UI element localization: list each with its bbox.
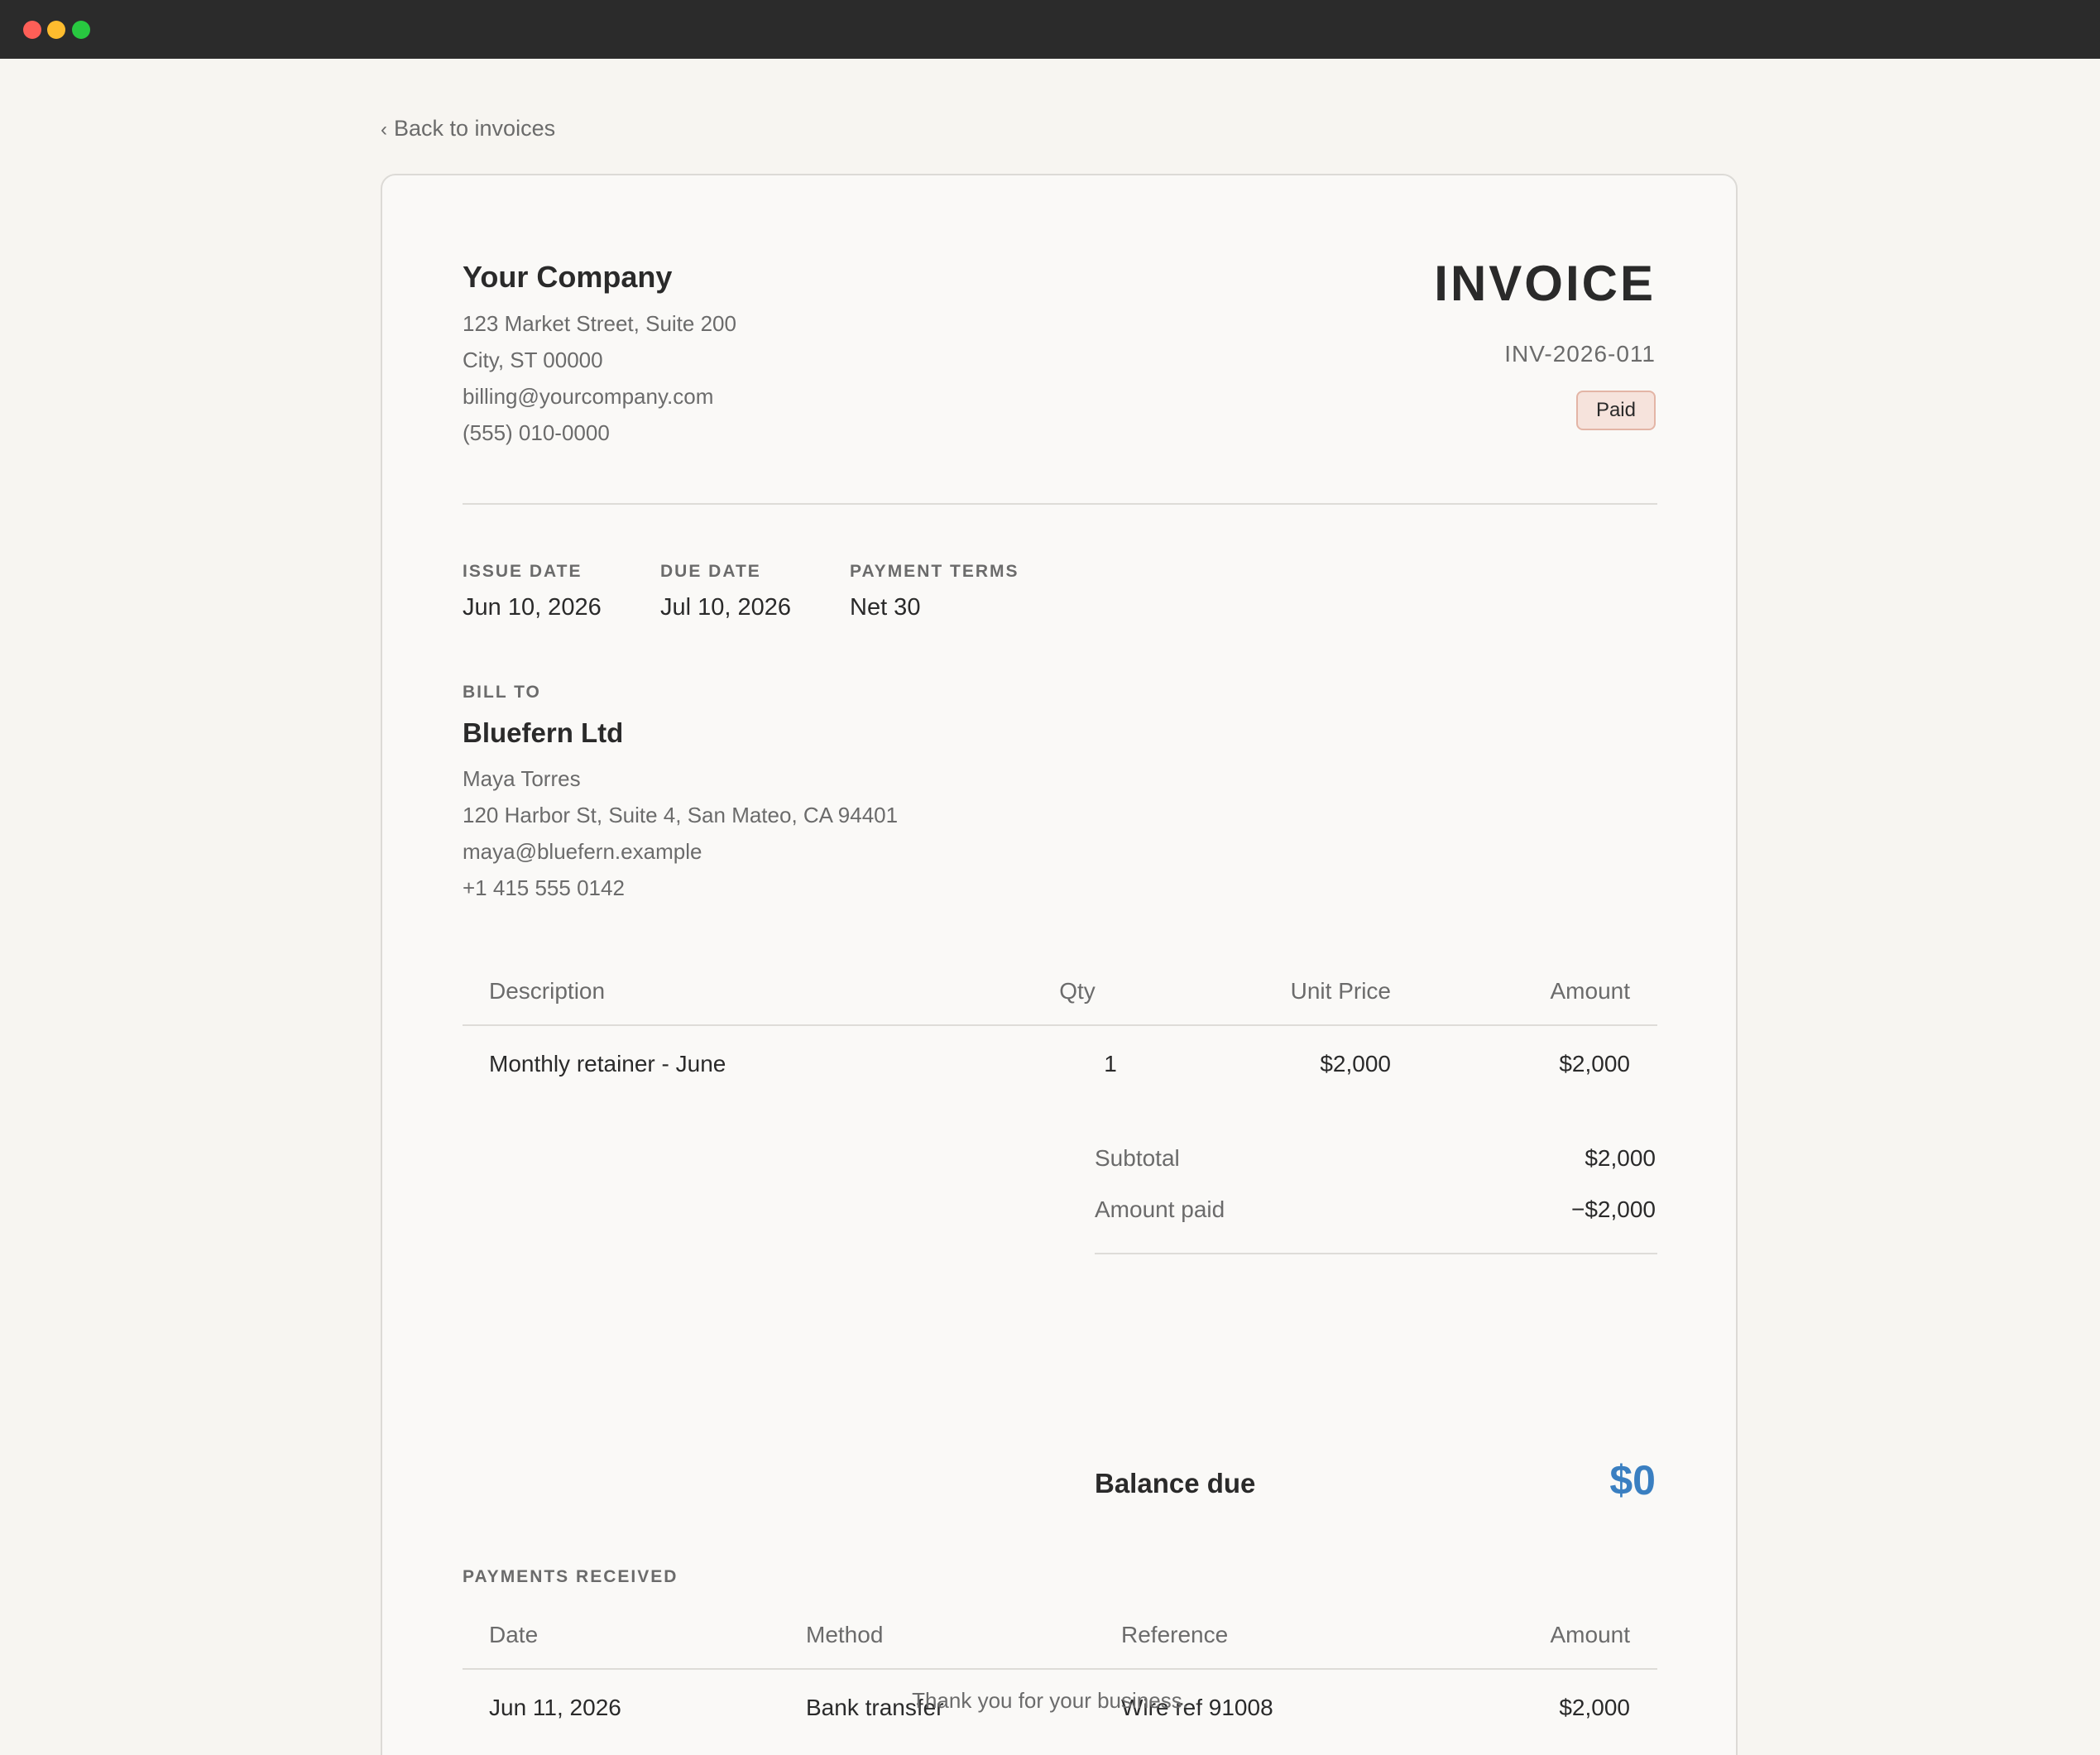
client-address: 120 Harbor St, Suite 4, San Mateo, CA 94… [463, 803, 899, 827]
company-address-line-2: City, ST 00000 [463, 348, 603, 372]
subtotal-value: $2,000 [1585, 1145, 1656, 1171]
payments-header-method: Method [806, 1622, 884, 1647]
payment-terms-value: Net 30 [850, 594, 921, 621]
header-divider [463, 503, 1657, 505]
client-email: maya@bluefern.example [463, 839, 702, 864]
row-qty: 1 [1104, 1051, 1117, 1076]
company-email: billing@yourcompany.com [463, 384, 714, 409]
invoice-number: INV-2026-011 [1504, 341, 1656, 367]
table-header-divider [463, 1024, 1657, 1026]
issue-date-label: ISSUE DATE [463, 562, 583, 581]
window-titlebar [0, 0, 2100, 59]
column-header-amount: Amount [1550, 978, 1631, 1004]
subtotal-label: Subtotal [1095, 1145, 1180, 1171]
due-date-label: DUE DATE [660, 562, 761, 581]
payments-received-label: PAYMENTS RECEIVED [463, 1567, 678, 1586]
back-to-invoices-link[interactable]: ‹ Back to invoices [381, 117, 555, 140]
due-date-value: Jul 10, 2026 [660, 594, 792, 621]
company-phone: (555) 010-0000 [463, 420, 610, 445]
amount-paid-label: Amount paid [1095, 1196, 1225, 1222]
company-address-line-1: 123 Market Street, Suite 200 [463, 311, 736, 336]
payments-header-date: Date [489, 1622, 539, 1647]
balance-due-value: $0 [1609, 1457, 1656, 1503]
amount-paid-value: −$2,000 [1571, 1196, 1656, 1222]
client-name: Bluefern Ltd [463, 717, 624, 748]
footer-thank-you: Thank you for your business. [912, 1688, 1188, 1713]
payments-header-reference: Reference [1121, 1622, 1229, 1647]
client-phone: +1 415 555 0142 [463, 875, 625, 900]
client-contact: Maya Torres [463, 766, 581, 791]
column-header-description: Description [489, 978, 606, 1004]
issue-date-value: Jun 10, 2026 [463, 594, 602, 621]
totals-divider [1095, 1253, 1657, 1254]
company-name: Your Company [463, 260, 673, 294]
payment-terms-label: PAYMENT TERMS [850, 562, 1019, 581]
invoice-title: INVOICE [1434, 256, 1656, 311]
bill-to-label: BILL TO [463, 683, 541, 702]
close-window-icon[interactable] [23, 21, 41, 39]
invoice-card: Your Company 123 Market Street, Suite 20… [381, 174, 1738, 1755]
row-amount: $2,000 [1559, 1051, 1630, 1076]
payments-header-divider [463, 1668, 1657, 1670]
column-header-unit-price: Unit Price [1290, 978, 1391, 1004]
maximize-window-icon[interactable] [72, 21, 90, 39]
payments-header-amount: Amount [1550, 1622, 1631, 1647]
row-description: Monthly retainer - June [489, 1051, 726, 1076]
status-badge: Paid [1575, 391, 1656, 430]
back-link-label: Back to invoices [394, 116, 556, 141]
row-unit-price: $2,000 [1320, 1051, 1391, 1076]
column-header-qty: Qty [1059, 978, 1096, 1004]
minimize-window-icon[interactable] [47, 21, 65, 39]
chevron-left-icon: ‹ [381, 118, 387, 141]
balance-due-label: Balance due [1095, 1468, 1256, 1498]
